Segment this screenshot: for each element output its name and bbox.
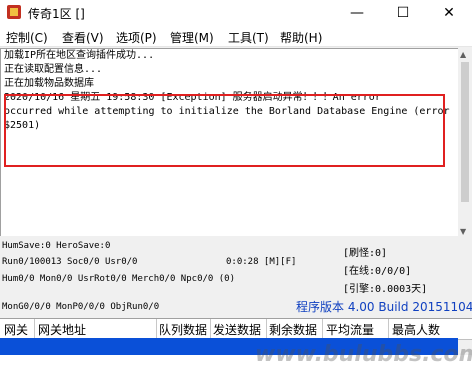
app-icon bbox=[7, 5, 21, 19]
col-gateway-address[interactable]: 网关地址 bbox=[38, 321, 86, 338]
menu-tools[interactable]: 工具(T) bbox=[228, 29, 269, 46]
highlight-box bbox=[4, 94, 445, 167]
log-line: 正在加载物品数据库 bbox=[4, 78, 94, 89]
close-button[interactable]: ✕ bbox=[426, 0, 472, 26]
menu-manage[interactable]: 管理(M) bbox=[170, 29, 214, 46]
stat-time: 0:0:28 [M][F] bbox=[226, 257, 297, 267]
menu-bar: 控制(C) 查看(V) 选项(P) 管理(M) 工具(T) 帮助(H) bbox=[0, 26, 472, 47]
col-remaining[interactable]: 剩余数据 bbox=[269, 321, 317, 338]
watermark: www.bulubbs.com bbox=[255, 342, 472, 367]
maximize-button[interactable]: ☐ bbox=[380, 0, 426, 26]
log-scrollbar[interactable]: ▲ ▼ bbox=[458, 48, 472, 238]
menu-options[interactable]: 选项(P) bbox=[116, 29, 157, 46]
version-label: 程序版本 4.00 Build 20151104 bbox=[296, 298, 472, 315]
version-title: 程序版本 bbox=[296, 300, 345, 314]
minimize-button[interactable]: — bbox=[334, 0, 380, 26]
log-line: 正在读取配置信息... bbox=[4, 64, 103, 75]
menu-control[interactable]: 控制(C) bbox=[6, 29, 48, 46]
col-sent[interactable]: 发送数据 bbox=[213, 321, 261, 338]
stat-mon: MonG0/0/0 MonP0/0/0 ObjRun0/0 bbox=[2, 302, 160, 312]
scroll-thumb[interactable] bbox=[461, 62, 469, 202]
title-bar: 传奇1区 [] — ☐ ✕ bbox=[0, 0, 472, 26]
version-value: 4.00 Build 20151104 bbox=[347, 300, 472, 314]
col-queue[interactable]: 队列数据 bbox=[159, 321, 207, 338]
monster-status: [刷怪:0] bbox=[343, 248, 388, 259]
gateway-table-header: 网关 网关地址 队列数据 发送数据 剩余数据 平均流量 最高人数 bbox=[0, 318, 472, 340]
stat-hum: Hum0/0 Mon0/0 UsrRot0/0 Merch0/0 Npc0/0 … bbox=[2, 274, 235, 284]
online-status: [在线:0/0/0] bbox=[343, 266, 412, 277]
col-avg-traffic[interactable]: 平均流量 bbox=[326, 321, 374, 338]
scroll-up-icon[interactable]: ▲ bbox=[460, 50, 466, 59]
stat-run: Run0/100013 Soc0/0 Usr0/0 bbox=[2, 257, 138, 267]
menu-help[interactable]: 帮助(H) bbox=[280, 29, 322, 46]
uptime-status: [引擎:0.0003天] bbox=[343, 284, 428, 295]
window-title: 传奇1区 [] bbox=[28, 7, 85, 21]
log-line: 加载IP所在地区查询插件成功... bbox=[4, 50, 155, 61]
stat-save: HumSave:0 HeroSave:0 bbox=[2, 241, 111, 251]
col-max-users[interactable]: 最高人数 bbox=[392, 321, 440, 338]
menu-view[interactable]: 查看(V) bbox=[62, 29, 104, 46]
scroll-down-icon[interactable]: ▼ bbox=[460, 227, 466, 236]
col-gateway[interactable]: 网关 bbox=[4, 321, 28, 338]
